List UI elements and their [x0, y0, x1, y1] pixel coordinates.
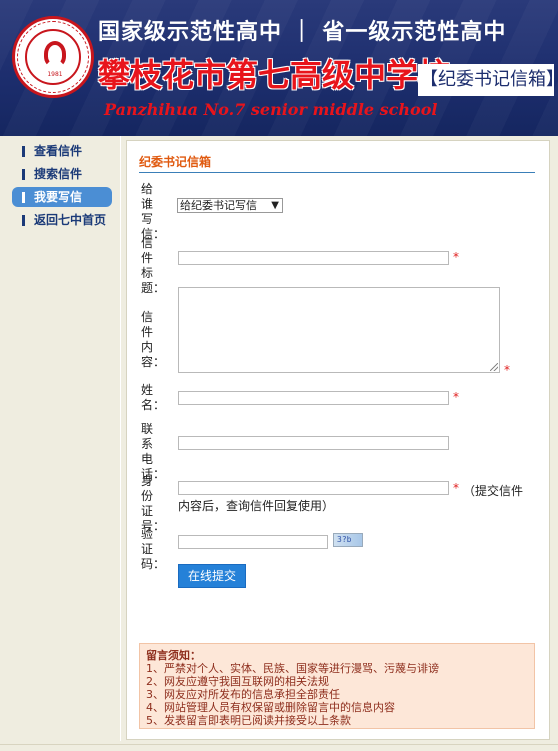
school-name: 攀枝花市第七高级中学校 [98, 56, 451, 94]
divider [120, 136, 121, 741]
id-hint-continued: 内容后，查询信件回复使用） [178, 499, 335, 513]
phone-label: 联系 电 话： [141, 422, 166, 481]
content-label: 信件 内 容： [141, 310, 166, 369]
letter-form-panel: 纪委书记信箱 给谁 写 信： 给纪委书记写信 ▼ 信件 标 题： * 信件 内 … [126, 140, 550, 740]
captcha-image[interactable]: 3?b [333, 533, 363, 547]
sidebar-item-write-letter[interactable]: 我要写信 [12, 187, 112, 207]
required-mark: * [453, 390, 459, 404]
required-mark: * [504, 363, 510, 377]
bullet-icon [22, 146, 25, 157]
title-label: 信件 标 题： [141, 236, 166, 295]
logo-mark-icon [44, 41, 66, 67]
sidebar-item-label: 我要写信 [34, 190, 83, 204]
dropdown-arrow-icon: ▼ [271, 200, 279, 211]
notice-item: 5、发表留言即表明已阅读并接受以上条款 [146, 714, 351, 727]
captcha-input[interactable] [178, 535, 328, 549]
mailbox-tag: 【纪委书记信箱】 [418, 64, 558, 96]
required-mark: * [453, 481, 459, 495]
phone-input[interactable] [178, 436, 449, 450]
school-english-name: Panzhihua No.7 senior middle school [104, 100, 438, 119]
name-input[interactable] [178, 391, 449, 405]
bullet-icon [22, 192, 25, 203]
school-logo: 1981 [12, 16, 94, 98]
section-title: 纪委书记信箱 [139, 151, 535, 173]
sidebar-item-label: 搜索信件 [34, 167, 83, 181]
id-hint: （提交信件 [463, 484, 524, 498]
resize-grip-icon[interactable] [490, 363, 498, 371]
notice-item: 3、网友应对所发布的信息承担全部责任 [146, 688, 340, 701]
notice-item: 1、严禁对个人、实体、民族、国家等进行漫骂、污蔑与诽谤 [146, 662, 439, 675]
content-textarea[interactable] [178, 287, 500, 373]
logo-year: 1981 [47, 71, 63, 78]
sidebar-item-label: 查看信件 [34, 144, 83, 158]
site-header: 1981 国家级示范性高中 ｜ 省一级示范性高中 攀枝花市第七高级中学校 【纪委… [0, 0, 558, 136]
bullet-icon [22, 169, 25, 180]
sidebar-item-label: 返回七中首页 [34, 213, 107, 227]
sidebar-item-view-letters[interactable]: 查看信件 [12, 141, 112, 161]
title-input[interactable] [178, 251, 449, 265]
notice-item: 2、网友应遵守我国互联网的相关法规 [146, 675, 329, 688]
id-label: 身份 证 号： [141, 474, 166, 533]
notice-box: 留言须知： 1、严禁对个人、实体、民族、国家等进行漫骂、污蔑与诽谤 2、网友应遵… [139, 643, 535, 729]
footer-divider [0, 744, 558, 745]
header-accreditation: 国家级示范性高中 ｜ 省一级示范性高中 [98, 20, 507, 45]
required-mark: * [453, 250, 459, 264]
submit-button[interactable]: 在线提交 [178, 564, 246, 588]
sidebar: 查看信件 搜索信件 我要写信 返回七中首页 [12, 138, 112, 230]
sidebar-item-home[interactable]: 返回七中首页 [12, 210, 112, 230]
logo-emblem: 1981 [25, 29, 81, 85]
notice-item: 4、网站管理人员有权保留或删除留言中的信息内容 [146, 701, 395, 714]
recipient-select[interactable]: 给纪委书记写信 ▼ [177, 198, 283, 213]
captcha-label: 验证 码： [141, 527, 166, 571]
sidebar-item-search-letters[interactable]: 搜索信件 [12, 164, 112, 184]
name-label: 姓 名： [141, 383, 166, 412]
notice-title: 留言须知： [146, 649, 201, 662]
bullet-icon [22, 215, 25, 226]
recipient-label: 给谁 写 信： [141, 182, 166, 241]
id-number-input[interactable] [178, 481, 449, 495]
